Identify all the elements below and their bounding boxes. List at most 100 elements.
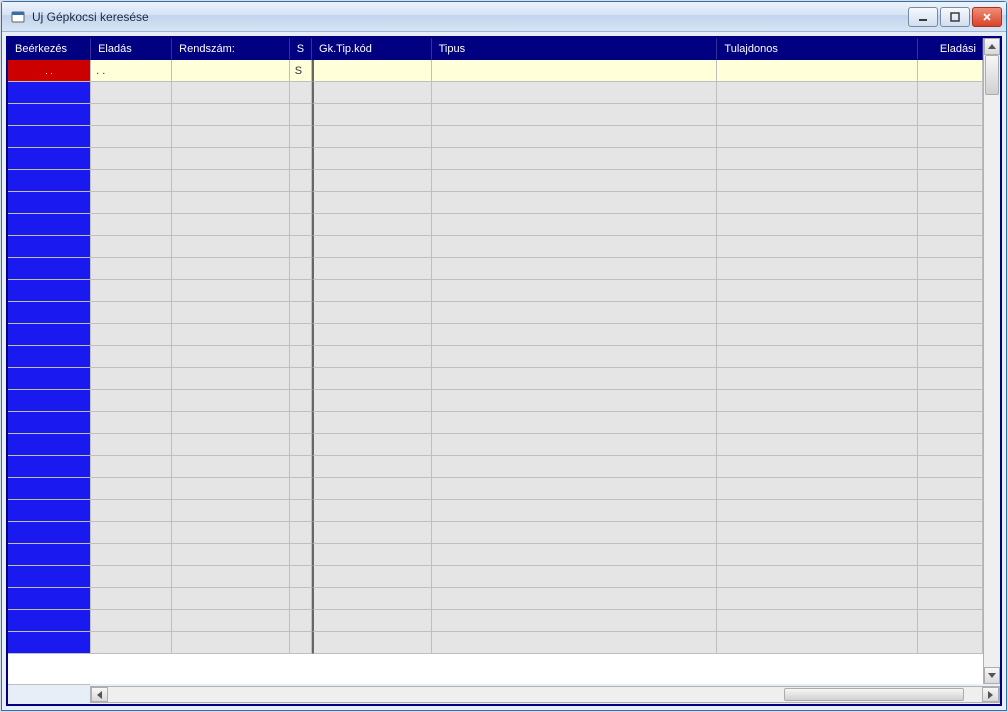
cell-gktipkod[interactable] bbox=[312, 544, 432, 566]
cell-gktipkod[interactable] bbox=[312, 478, 432, 500]
cell-beerkezes[interactable] bbox=[8, 214, 91, 236]
cell-rendszam[interactable] bbox=[172, 126, 290, 148]
cell-tulajdonos[interactable] bbox=[717, 170, 918, 192]
column-header-eladasi[interactable]: Eladási bbox=[918, 38, 983, 60]
cell-tulajdonos[interactable] bbox=[717, 456, 918, 478]
cell-eladasi[interactable] bbox=[918, 258, 983, 280]
cell-eladas[interactable] bbox=[91, 324, 172, 346]
cell-rendszam[interactable] bbox=[172, 544, 290, 566]
cell-gktipkod[interactable] bbox=[312, 412, 432, 434]
table-row[interactable] bbox=[8, 104, 983, 126]
cell-gktipkod[interactable] bbox=[312, 258, 432, 280]
cell-tulajdonos[interactable] bbox=[717, 236, 918, 258]
cell-eladas[interactable] bbox=[91, 588, 172, 610]
cell-tipus[interactable] bbox=[432, 456, 718, 478]
cell-s[interactable] bbox=[290, 302, 312, 324]
cell-eladasi[interactable] bbox=[918, 632, 983, 654]
cell-eladas[interactable] bbox=[91, 544, 172, 566]
cell-eladasi[interactable] bbox=[918, 126, 983, 148]
column-header-rendszam[interactable]: Rendszám: bbox=[172, 38, 290, 60]
cell-s[interactable] bbox=[290, 346, 312, 368]
cell-eladas[interactable] bbox=[91, 258, 172, 280]
cell-rendszam[interactable] bbox=[172, 302, 290, 324]
cell-gktipkod[interactable] bbox=[312, 170, 432, 192]
scroll-right-button[interactable] bbox=[982, 687, 999, 702]
table-row[interactable]: . . . .S bbox=[8, 60, 983, 82]
cell-tipus[interactable] bbox=[432, 214, 718, 236]
cell-tulajdonos[interactable] bbox=[717, 60, 918, 82]
table-row[interactable] bbox=[8, 632, 983, 654]
cell-rendszam[interactable] bbox=[172, 324, 290, 346]
cell-tulajdonos[interactable] bbox=[717, 632, 918, 654]
cell-beerkezes[interactable] bbox=[8, 500, 91, 522]
cell-tipus[interactable] bbox=[432, 170, 718, 192]
cell-beerkezes[interactable] bbox=[8, 170, 91, 192]
cell-tipus[interactable] bbox=[432, 434, 718, 456]
cell-eladas[interactable] bbox=[91, 500, 172, 522]
cell-tulajdonos[interactable] bbox=[717, 192, 918, 214]
cell-tulajdonos[interactable] bbox=[717, 368, 918, 390]
scroll-left-button[interactable] bbox=[91, 687, 108, 702]
cell-tulajdonos[interactable] bbox=[717, 258, 918, 280]
cell-tipus[interactable] bbox=[432, 60, 718, 82]
cell-gktipkod[interactable] bbox=[312, 104, 432, 126]
cell-tulajdonos[interactable] bbox=[717, 412, 918, 434]
cell-gktipkod[interactable] bbox=[312, 632, 432, 654]
cell-eladasi[interactable] bbox=[918, 104, 983, 126]
cell-eladas[interactable] bbox=[91, 368, 172, 390]
grid-table[interactable]: BeérkezésEladásRendszám:SGk.Tip.kódTipus… bbox=[8, 38, 983, 654]
cell-beerkezes[interactable] bbox=[8, 324, 91, 346]
cell-tipus[interactable] bbox=[432, 544, 718, 566]
cell-beerkezes[interactable] bbox=[8, 302, 91, 324]
table-row[interactable] bbox=[8, 192, 983, 214]
cell-beerkezes[interactable] bbox=[8, 126, 91, 148]
cell-rendszam[interactable] bbox=[172, 280, 290, 302]
cell-tipus[interactable] bbox=[432, 258, 718, 280]
cell-tipus[interactable] bbox=[432, 368, 718, 390]
cell-s[interactable] bbox=[290, 126, 312, 148]
cell-tulajdonos[interactable] bbox=[717, 126, 918, 148]
cell-rendszam[interactable] bbox=[172, 456, 290, 478]
table-row[interactable] bbox=[8, 588, 983, 610]
cell-eladasi[interactable] bbox=[918, 544, 983, 566]
cell-tipus[interactable] bbox=[432, 346, 718, 368]
cell-gktipkod[interactable] bbox=[312, 192, 432, 214]
cell-tipus[interactable] bbox=[432, 302, 718, 324]
cell-beerkezes[interactable] bbox=[8, 456, 91, 478]
cell-eladasi[interactable] bbox=[918, 456, 983, 478]
table-row[interactable] bbox=[8, 544, 983, 566]
cell-beerkezes[interactable] bbox=[8, 632, 91, 654]
cell-tulajdonos[interactable] bbox=[717, 302, 918, 324]
table-row[interactable] bbox=[8, 478, 983, 500]
cell-s[interactable] bbox=[290, 324, 312, 346]
scroll-up-button[interactable] bbox=[984, 38, 1000, 55]
cell-eladas[interactable] bbox=[91, 456, 172, 478]
cell-tulajdonos[interactable] bbox=[717, 390, 918, 412]
cell-rendszam[interactable] bbox=[172, 412, 290, 434]
table-row[interactable] bbox=[8, 346, 983, 368]
cell-eladasi[interactable] bbox=[918, 280, 983, 302]
cell-s[interactable] bbox=[290, 434, 312, 456]
cell-rendszam[interactable] bbox=[172, 566, 290, 588]
cell-tulajdonos[interactable] bbox=[717, 82, 918, 104]
cell-eladas[interactable] bbox=[91, 192, 172, 214]
cell-s[interactable] bbox=[290, 456, 312, 478]
cell-rendszam[interactable] bbox=[172, 346, 290, 368]
cell-gktipkod[interactable] bbox=[312, 522, 432, 544]
cell-rendszam[interactable] bbox=[172, 60, 290, 82]
cell-beerkezes[interactable] bbox=[8, 588, 91, 610]
cell-s[interactable] bbox=[290, 258, 312, 280]
cell-gktipkod[interactable] bbox=[312, 148, 432, 170]
cell-tipus[interactable] bbox=[432, 324, 718, 346]
cell-gktipkod[interactable] bbox=[312, 236, 432, 258]
cell-eladasi[interactable] bbox=[918, 60, 983, 82]
cell-gktipkod[interactable] bbox=[312, 456, 432, 478]
table-row[interactable] bbox=[8, 522, 983, 544]
cell-s[interactable] bbox=[290, 214, 312, 236]
cell-gktipkod[interactable] bbox=[312, 390, 432, 412]
cell-eladasi[interactable] bbox=[918, 478, 983, 500]
cell-tipus[interactable] bbox=[432, 522, 718, 544]
cell-tulajdonos[interactable] bbox=[717, 544, 918, 566]
cell-tipus[interactable] bbox=[432, 610, 718, 632]
cell-tulajdonos[interactable] bbox=[717, 434, 918, 456]
